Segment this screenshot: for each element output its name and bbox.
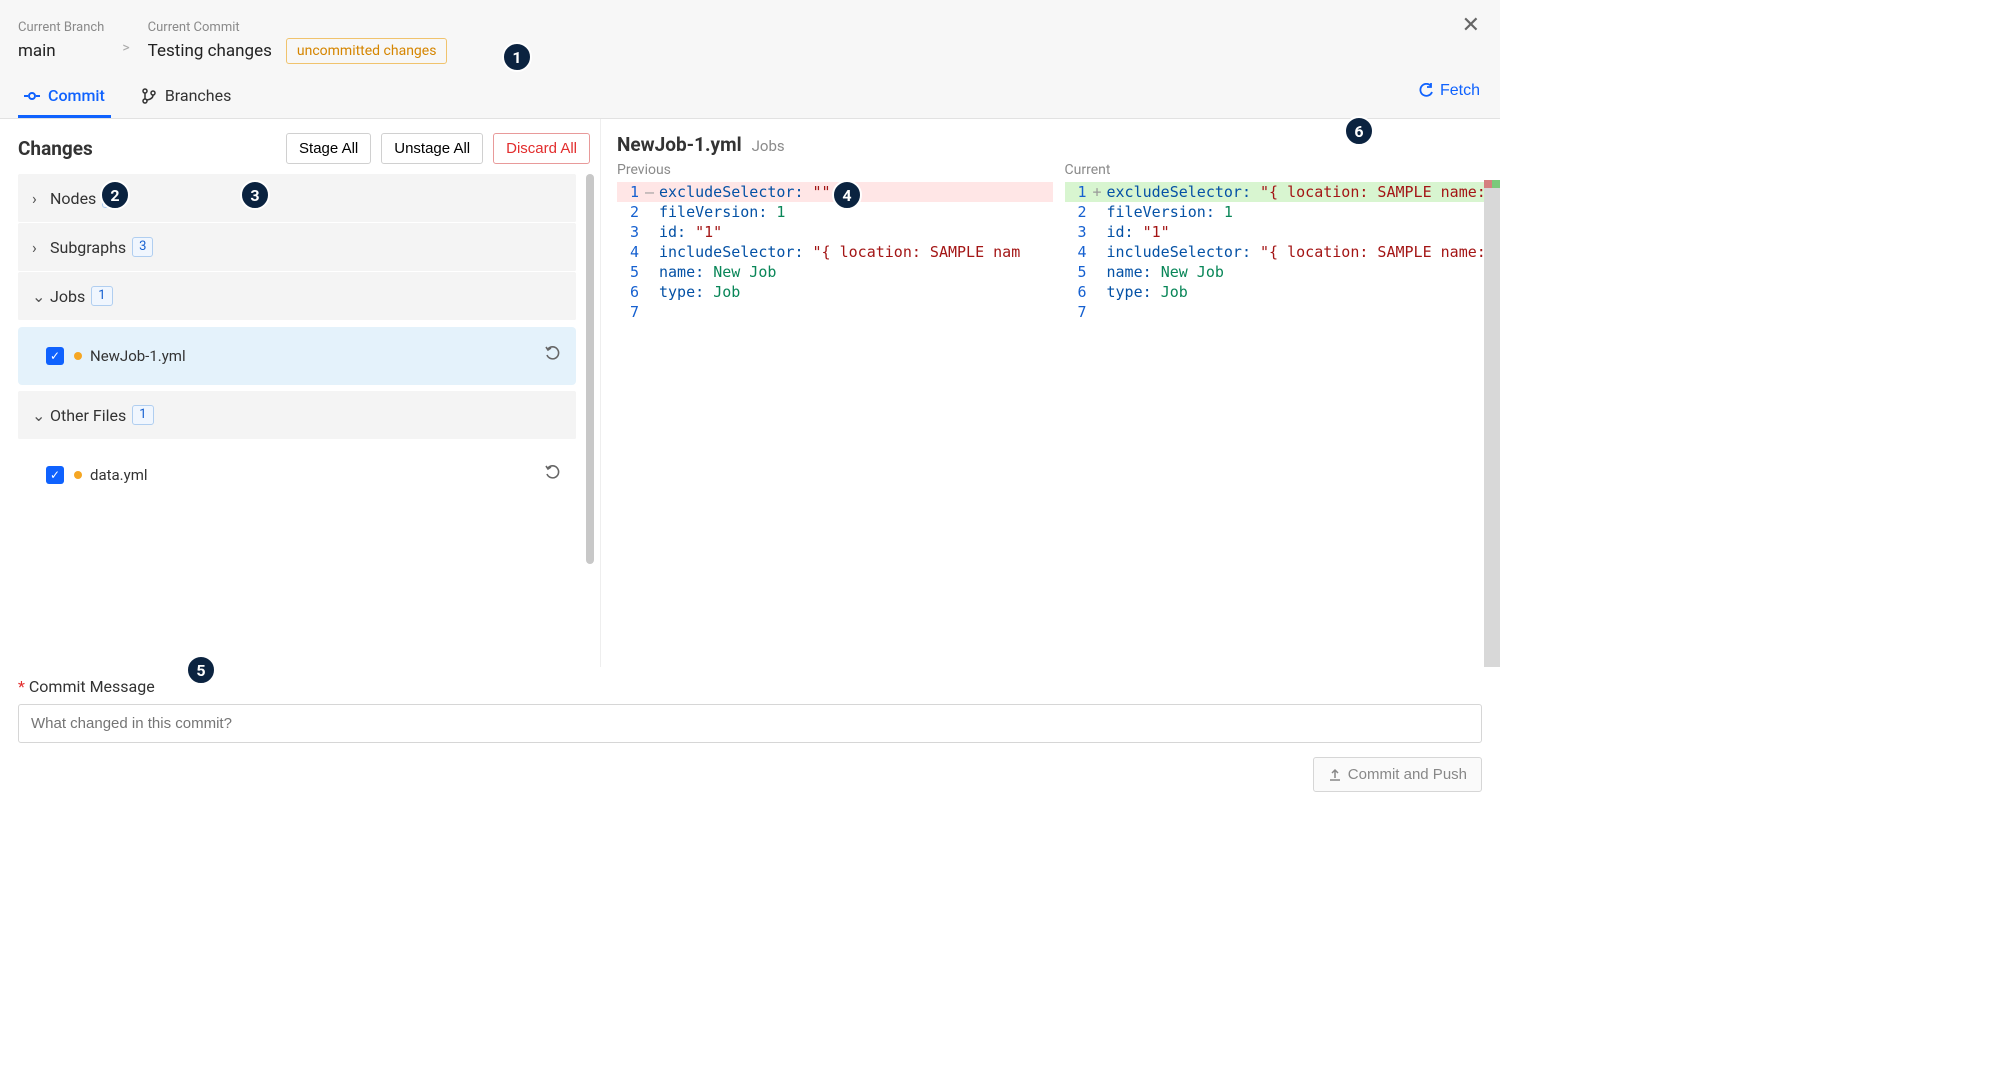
diff-previous-pane: Previous 1–excludeSelector: ""2fileVersi… [617,162,1053,667]
chevron-down-icon: ⌄ [32,406,50,425]
count-badge: 1 [91,286,112,306]
current-branch-label: Current Branch [18,20,104,35]
count-badge: 1 [132,405,153,425]
file-name: data.yml [90,466,148,484]
commit-icon [24,88,40,104]
stage-all-button[interactable]: Stage All [286,133,371,164]
revert-icon[interactable] [544,345,562,367]
group-subgraphs[interactable]: › Subgraphs 3 [18,223,576,272]
revert-icon[interactable] [544,464,562,486]
current-commit-label: Current Commit [148,20,272,35]
fetch-button[interactable]: Fetch [1418,82,1480,100]
tab-commit[interactable]: Commit [18,76,111,118]
group-other-files[interactable]: ⌄ Other Files 1 [18,391,576,440]
overview-ruler[interactable] [1484,180,1500,667]
commit-and-push-button[interactable]: Commit and Push [1313,757,1482,792]
group-jobs[interactable]: ⌄ Jobs 1 [18,272,576,321]
marker-3: 3 [240,180,270,210]
marker-2: 2 [100,180,130,210]
required-star: * [18,677,25,696]
chevron-down-icon: ⌄ [32,287,50,306]
fetch-label: Fetch [1440,82,1480,100]
group-label: Other Files [50,406,126,425]
close-button[interactable]: ✕ [1462,14,1480,36]
changes-title: Changes [18,137,93,160]
diff-current-label: Current [1065,162,1501,178]
file-data[interactable]: ✓ data.yml [18,446,576,504]
diff-filename: NewJob-1.yml [617,133,742,156]
current-branch-value[interactable]: main [18,41,104,61]
group-label: Jobs [50,287,85,306]
tab-commit-label: Commit [48,86,105,105]
diff-previous-label: Previous [617,162,1053,178]
changes-tree: › Nodes 7 › Subgraphs 3 ⌄ Jobs 1 ✓ [18,174,600,667]
group-label: Subgraphs [50,238,126,257]
chevron-right-icon: › [32,238,50,257]
group-label: Nodes [50,189,96,208]
marker-6: 6 [1344,116,1374,146]
tab-branches[interactable]: Branches [135,76,238,118]
refresh-icon [1418,83,1434,99]
modified-dot-icon [74,352,82,360]
marker-5: 5 [186,655,216,685]
status-badge: uncommitted changes [286,38,448,64]
branch-icon [141,88,157,104]
breadcrumb-separator: > [122,40,129,56]
checkbox-checked-icon[interactable]: ✓ [46,347,64,365]
discard-all-button[interactable]: Discard All [493,133,590,164]
modified-dot-icon [74,471,82,479]
scrollbar[interactable] [586,174,594,667]
count-badge: 3 [132,237,153,257]
unstage-all-button[interactable]: Unstage All [381,133,483,164]
marker-1: 1 [502,42,532,72]
tab-branches-label: Branches [165,86,232,105]
checkbox-checked-icon[interactable]: ✓ [46,466,64,484]
upload-icon [1328,768,1342,782]
diff-current-pane: Current 1+excludeSelector: "{ location: … [1065,162,1501,667]
current-commit-value: Testing changes [148,41,272,61]
tabs: Commit Branches Fetch [0,76,1500,119]
diff-previous-code[interactable]: 1–excludeSelector: ""2fileVersion: 13id:… [617,182,1053,667]
diff-current-code[interactable]: 1+excludeSelector: "{ location: SAMPLE n… [1065,182,1501,667]
marker-4: 4 [832,180,862,210]
chevron-right-icon: › [32,189,50,208]
header: Current Branch main > Current Commit Tes… [0,0,1500,76]
file-name: NewJob-1.yml [90,347,186,365]
commit-message-input[interactable] [18,704,1482,743]
commit-message-label: * Commit Message [18,677,1482,696]
diff-folder: Jobs [752,137,785,155]
file-newjob[interactable]: ✓ NewJob-1.yml [18,327,576,385]
